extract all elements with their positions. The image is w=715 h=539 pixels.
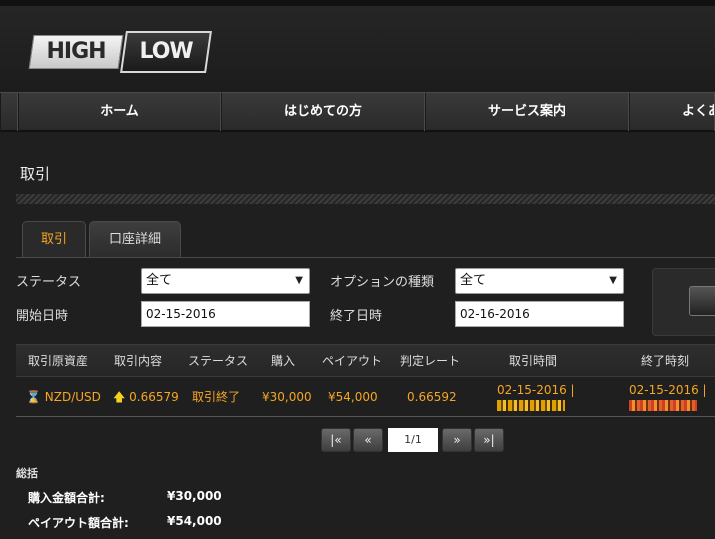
status-select[interactable]: 全て ▼ (141, 268, 310, 294)
nav-item-beginners[interactable]: はじめての方 (221, 93, 425, 131)
highlow-logo[interactable]: HIGH LOW (28, 31, 212, 75)
col-end-time[interactable]: 終了時刻 (641, 345, 689, 378)
search-button[interactable] (689, 286, 715, 316)
purchase-total-value: ¥30,000 (167, 489, 222, 503)
logo-high-text: HIGH (46, 39, 106, 64)
start-date-input[interactable]: 02-15-2016 (141, 301, 310, 327)
search-panel (652, 268, 715, 336)
redacted-time (629, 400, 697, 411)
next-page-button[interactable]: » (442, 428, 472, 452)
nav-item-home[interactable]: ホーム (18, 93, 221, 131)
nav-item-faq[interactable]: よくあ (629, 93, 715, 131)
main-nav: ホーム はじめての方 サービス案内 よくあ (0, 92, 715, 132)
end-time-date: 02-15-2016 | (629, 383, 707, 397)
table-row[interactable]: ⌛ NZD/USD 🡅 0.66579 取引終了 ¥30,000 ¥54,000… (16, 377, 715, 417)
option-type-label: オプションの種類 (330, 275, 435, 290)
trades-table-header: 取引原資産 取引内容 ステータス 購入 ペイアウト 判定レート 取引時間 終了時… (16, 344, 715, 377)
tab-underline (16, 257, 715, 258)
col-purchase[interactable]: 購入 (271, 345, 295, 378)
logo-low-text: LOW (139, 39, 193, 64)
cell-end-time: 02-15-2016 | (629, 383, 707, 411)
redacted-time (497, 400, 565, 411)
last-page-button[interactable]: »| (474, 428, 504, 452)
arrow-up-icon: 🡅 (113, 390, 126, 404)
summary-title: 総括 (16, 467, 38, 480)
cell-payout: ¥54,000 (328, 390, 378, 404)
tab-account-details[interactable]: 口座詳細 (89, 221, 181, 257)
col-content[interactable]: 取引内容 (114, 345, 162, 378)
payout-total-value: ¥54,000 (167, 514, 222, 528)
nav-item-services[interactable]: サービス案内 (425, 93, 629, 131)
pagination: |« « 1/1 » »| (0, 428, 715, 452)
dropdown-arrow-icon: ▼ (609, 275, 617, 286)
purchase-total-label: 購入金額合計: (28, 491, 105, 505)
logo-low-block: LOW (120, 31, 212, 73)
content-value: 0.66579 (129, 390, 179, 404)
cell-asset: ⌛ NZD/USD (26, 377, 101, 417)
col-trade-time[interactable]: 取引時間 (509, 345, 557, 378)
nav-spacer (0, 93, 18, 131)
col-asset[interactable]: 取引原資産 (28, 345, 88, 378)
dropdown-arrow-icon: ▼ (295, 275, 303, 286)
option-type-select[interactable]: 全て ▼ (455, 268, 624, 294)
prev-page-button[interactable]: « (353, 428, 383, 452)
cell-purchase: ¥30,000 (262, 390, 312, 404)
first-page-button[interactable]: |« (321, 428, 351, 452)
status-select-value: 全て (146, 273, 173, 288)
asset-name: NZD/USD (44, 390, 101, 404)
site-header: HIGH LOW (0, 0, 715, 92)
end-date-input[interactable]: 02-16-2016 (455, 301, 624, 327)
page-title: 取引 (20, 165, 51, 183)
hourglass-icon: ⌛ (26, 390, 41, 404)
end-date-label: 終了日時 (330, 309, 383, 324)
tab-bar: 取引 口座詳細 (22, 221, 184, 257)
trade-time-date: 02-15-2016 | (497, 383, 575, 397)
option-type-select-value: 全て (460, 273, 487, 288)
status-label: ステータス (16, 275, 82, 290)
col-payout[interactable]: ペイアウト (322, 345, 382, 378)
col-status[interactable]: ステータス (188, 345, 248, 378)
cell-content: 🡅 0.66579 (113, 377, 179, 417)
tab-trades[interactable]: 取引 (22, 221, 86, 257)
page-indicator: 1/1 (388, 428, 438, 452)
title-divider (16, 194, 715, 204)
logo-high-block: HIGH (28, 35, 124, 69)
start-date-label: 開始日時 (16, 309, 69, 324)
cell-status: 取引終了 (192, 390, 241, 404)
col-rate[interactable]: 判定レート (400, 345, 460, 378)
payout-total-label: ペイアウト額合計: (28, 516, 129, 530)
cell-trade-time: 02-15-2016 | (497, 383, 575, 411)
cell-rate: 0.66592 (407, 390, 457, 404)
